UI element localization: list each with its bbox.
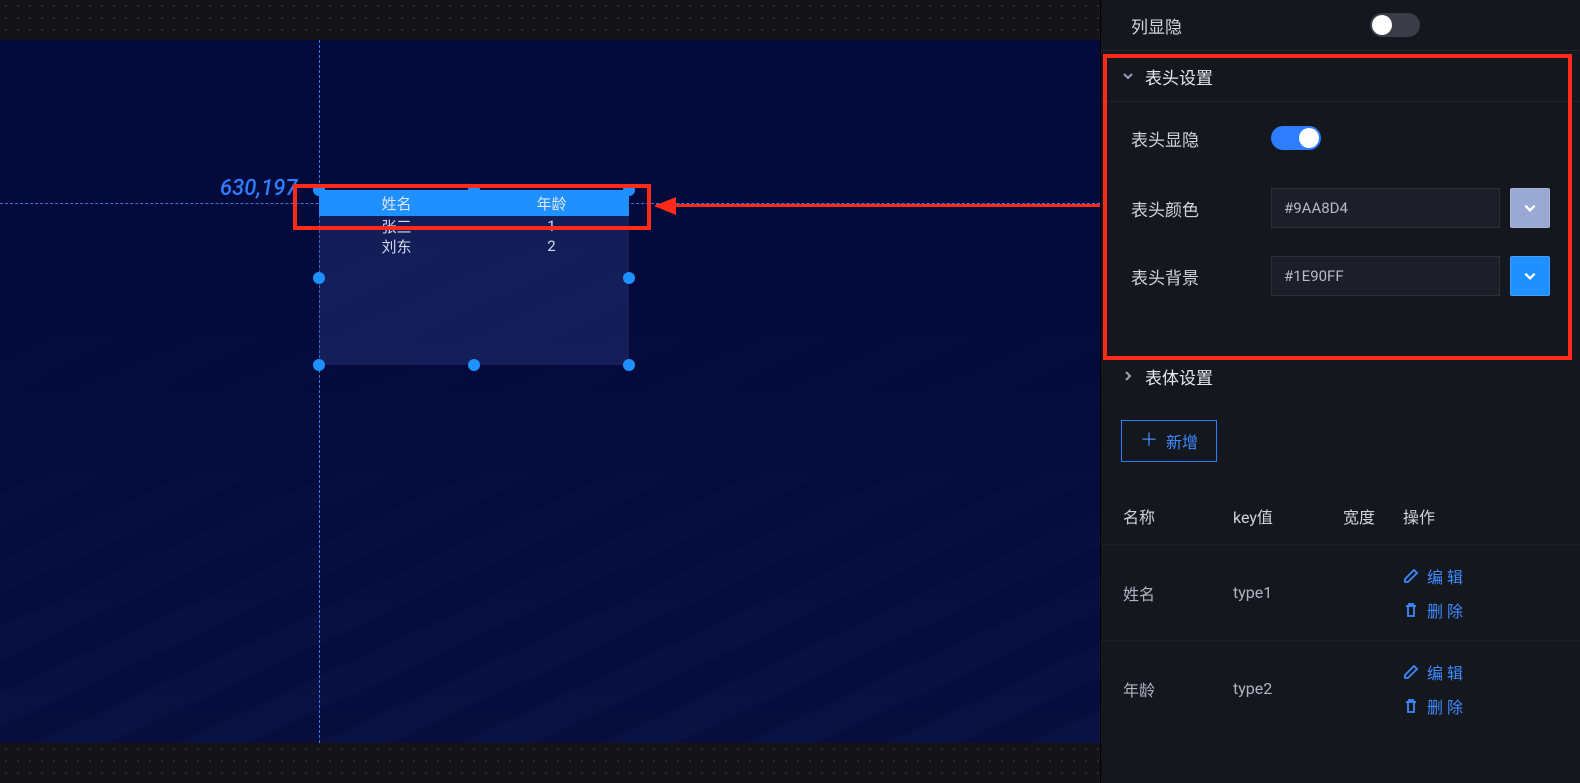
columns-table: 名称 key值 宽度 操作 姓名 type1 编辑 删除 bbox=[1101, 488, 1580, 736]
header-bg-row: 表头背景 #1E90FF bbox=[1101, 242, 1580, 310]
app-root: 630,197 姓名 年龄 张三 1 刘东 2 bbox=[0, 0, 1580, 783]
header-color-label: 表头颜色 bbox=[1131, 196, 1271, 221]
header-bg-label: 表头背景 bbox=[1131, 264, 1271, 289]
col-visibility-row: 列显隐 bbox=[1101, 0, 1580, 50]
cell: 2 bbox=[474, 237, 629, 255]
annotation-highlight-rect bbox=[293, 184, 651, 230]
cell-name: 年龄 bbox=[1123, 677, 1233, 701]
guide-vertical bbox=[319, 40, 320, 743]
delete-label: 删除 bbox=[1427, 598, 1467, 622]
body-section-toggle[interactable]: 表体设置 bbox=[1101, 350, 1580, 402]
resize-handle[interactable] bbox=[623, 359, 635, 371]
add-column-button[interactable]: ＋ 新增 bbox=[1121, 420, 1217, 462]
delete-label: 删除 bbox=[1427, 694, 1467, 718]
resize-handle[interactable] bbox=[623, 272, 635, 284]
header-section-label: 表头设置 bbox=[1145, 64, 1213, 89]
trash-icon bbox=[1403, 698, 1419, 714]
edit-label: 编辑 bbox=[1427, 564, 1467, 588]
resize-handle[interactable] bbox=[313, 359, 325, 371]
col-visibility-toggle[interactable] bbox=[1370, 13, 1420, 37]
cell-key: type1 bbox=[1233, 583, 1343, 602]
canvas-viewport[interactable]: 630,197 姓名 年龄 张三 1 刘东 2 bbox=[0, 40, 1100, 743]
edit-label: 编辑 bbox=[1427, 660, 1467, 684]
chevron-down-icon bbox=[1523, 201, 1537, 215]
col-visibility-label: 列显隐 bbox=[1131, 13, 1271, 38]
th-name: 名称 bbox=[1123, 504, 1233, 528]
table-row: 年龄 type2 编辑 删除 bbox=[1101, 640, 1580, 736]
edit-button[interactable]: 编辑 bbox=[1403, 660, 1467, 684]
edit-icon bbox=[1403, 664, 1419, 680]
delete-button[interactable]: 删除 bbox=[1403, 598, 1467, 622]
plus-icon: ＋ bbox=[1140, 432, 1158, 450]
delete-button[interactable]: 删除 bbox=[1403, 694, 1467, 718]
ruler-top bbox=[0, 0, 1100, 40]
add-button-label: 新增 bbox=[1166, 429, 1198, 453]
header-bg-swatch[interactable] bbox=[1510, 256, 1550, 296]
header-visible-label: 表头显隐 bbox=[1131, 126, 1271, 151]
header-bg-input[interactable]: #1E90FF bbox=[1271, 256, 1500, 296]
table-row: 姓名 type1 编辑 删除 bbox=[1101, 544, 1580, 640]
table-row: 刘东 2 bbox=[319, 236, 629, 256]
resize-handle[interactable] bbox=[313, 272, 325, 284]
chevron-down-icon bbox=[1121, 69, 1135, 83]
chevron-right-icon bbox=[1121, 369, 1135, 383]
resize-handle[interactable] bbox=[468, 359, 480, 371]
header-color-swatch[interactable] bbox=[1510, 188, 1550, 228]
th-ops: 操作 bbox=[1403, 504, 1558, 528]
edit-button[interactable]: 编辑 bbox=[1403, 564, 1467, 588]
cell-key: type2 bbox=[1233, 679, 1343, 698]
columns-table-head: 名称 key值 宽度 操作 bbox=[1101, 488, 1580, 544]
canvas-background bbox=[0, 40, 1100, 743]
annotation-arrow bbox=[656, 204, 1100, 207]
trash-icon bbox=[1403, 602, 1419, 618]
header-visible-toggle[interactable] bbox=[1271, 126, 1321, 150]
body-section-label: 表体设置 bbox=[1145, 364, 1213, 389]
canvas-area[interactable]: 630,197 姓名 年龄 张三 1 刘东 2 bbox=[0, 0, 1100, 783]
cell-name: 姓名 bbox=[1123, 581, 1233, 605]
header-section-toggle[interactable]: 表头设置 bbox=[1101, 50, 1580, 102]
th-key: key值 bbox=[1233, 504, 1343, 528]
header-visible-row: 表头显隐 bbox=[1101, 102, 1580, 174]
chevron-down-icon bbox=[1523, 269, 1537, 283]
edit-icon bbox=[1403, 568, 1419, 584]
header-color-row: 表头颜色 #9AA8D4 bbox=[1101, 174, 1580, 242]
properties-panel: 列显隐 表头设置 表头显隐 表头颜色 #9AA8D4 表头背景 #1E90FF bbox=[1100, 0, 1580, 783]
ruler-bottom bbox=[0, 743, 1100, 783]
coordinate-label: 630,197 bbox=[220, 176, 298, 201]
cell: 刘东 bbox=[319, 236, 474, 257]
th-width: 宽度 bbox=[1343, 504, 1403, 528]
header-color-input[interactable]: #9AA8D4 bbox=[1271, 188, 1500, 228]
